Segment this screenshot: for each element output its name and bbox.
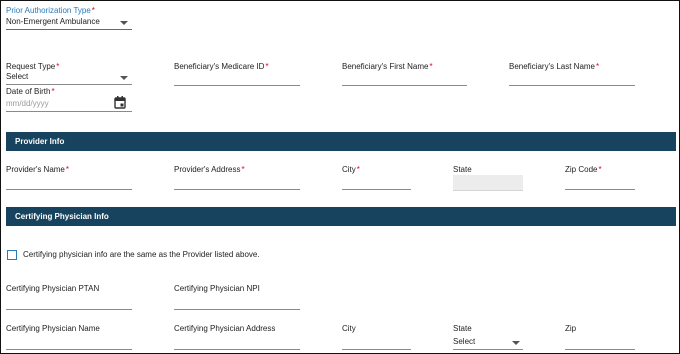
form-frame: Prior Authorization Type* Non-Emergent A… — [0, 0, 680, 354]
dob-placeholder: mm/dd/yyyy — [6, 99, 49, 108]
calendar-icon[interactable] — [114, 96, 126, 109]
provider-city-label: City* — [342, 165, 360, 174]
cert-state-underline — [453, 349, 523, 350]
last-name-input[interactable] — [509, 85, 635, 86]
prior-auth-select[interactable]: Non-Emergent Ambulance — [6, 15, 132, 30]
caret-down-icon — [120, 76, 128, 80]
npi-label: Certifying Physician NPI — [174, 284, 260, 293]
ptan-label: Certifying Physician PTAN — [6, 284, 100, 293]
npi-input[interactable] — [174, 309, 300, 310]
first-name-input[interactable] — [342, 85, 467, 86]
dob-underline — [6, 111, 132, 112]
provider-name-input[interactable] — [6, 189, 132, 190]
provider-info-title: Provider Info — [15, 137, 65, 146]
cert-name-label: Certifying Physician Name — [6, 324, 100, 333]
medicare-id-input[interactable] — [174, 85, 300, 86]
medicare-id-label: Beneficiary's Medicare ID* — [174, 62, 269, 71]
cert-address-label: Certifying Physician Address — [174, 324, 276, 333]
provider-state-label: State — [453, 165, 472, 174]
request-type-label: Request Type* — [6, 62, 60, 71]
cert-city-label: City — [342, 324, 356, 333]
provider-state-input — [453, 175, 523, 191]
first-name-label: Beneficiary's First Name* — [342, 62, 433, 71]
cert-state-label: State — [453, 324, 472, 333]
request-type-select[interactable]: Select — [6, 71, 132, 85]
certifying-info-title: Certifying Physician Info — [15, 212, 109, 221]
cert-name-input[interactable] — [6, 349, 132, 350]
request-type-underline — [6, 84, 132, 85]
cert-address-input[interactable] — [174, 349, 300, 350]
prior-auth-value: Non-Emergent Ambulance — [6, 17, 100, 26]
provider-zip-label: Zip Code* — [565, 165, 602, 174]
cert-zip-input[interactable] — [565, 349, 635, 350]
provider-name-label: Provider's Name* — [6, 165, 70, 174]
provider-zip-input[interactable] — [565, 189, 635, 190]
provider-info-header: Provider Info — [6, 132, 676, 151]
certifying-info-header: Certifying Physician Info — [6, 207, 676, 226]
cert-city-input[interactable] — [342, 349, 411, 350]
last-name-label: Beneficiary's Last Name* — [509, 62, 600, 71]
cert-zip-label: Zip — [565, 324, 577, 333]
provider-city-input[interactable] — [342, 189, 411, 190]
same-as-provider-label: Certifying physician info are the same a… — [23, 250, 260, 259]
provider-address-label: Provider's Address* — [174, 165, 245, 174]
same-as-provider-checkbox[interactable] — [7, 250, 17, 260]
dob-input[interactable]: mm/dd/yyyy — [6, 96, 132, 112]
caret-down-icon — [512, 341, 520, 345]
cert-state-select[interactable]: Select — [453, 335, 523, 350]
cert-state-value: Select — [453, 337, 476, 346]
prior-auth-label: Prior Authorization Type* — [6, 6, 95, 15]
caret-down-icon — [120, 21, 128, 25]
dob-label: Date of Birth* — [6, 87, 55, 96]
request-type-value: Select — [6, 72, 29, 81]
ptan-input[interactable] — [6, 309, 132, 310]
prior-auth-underline — [6, 29, 132, 30]
provider-address-input[interactable] — [174, 189, 300, 190]
